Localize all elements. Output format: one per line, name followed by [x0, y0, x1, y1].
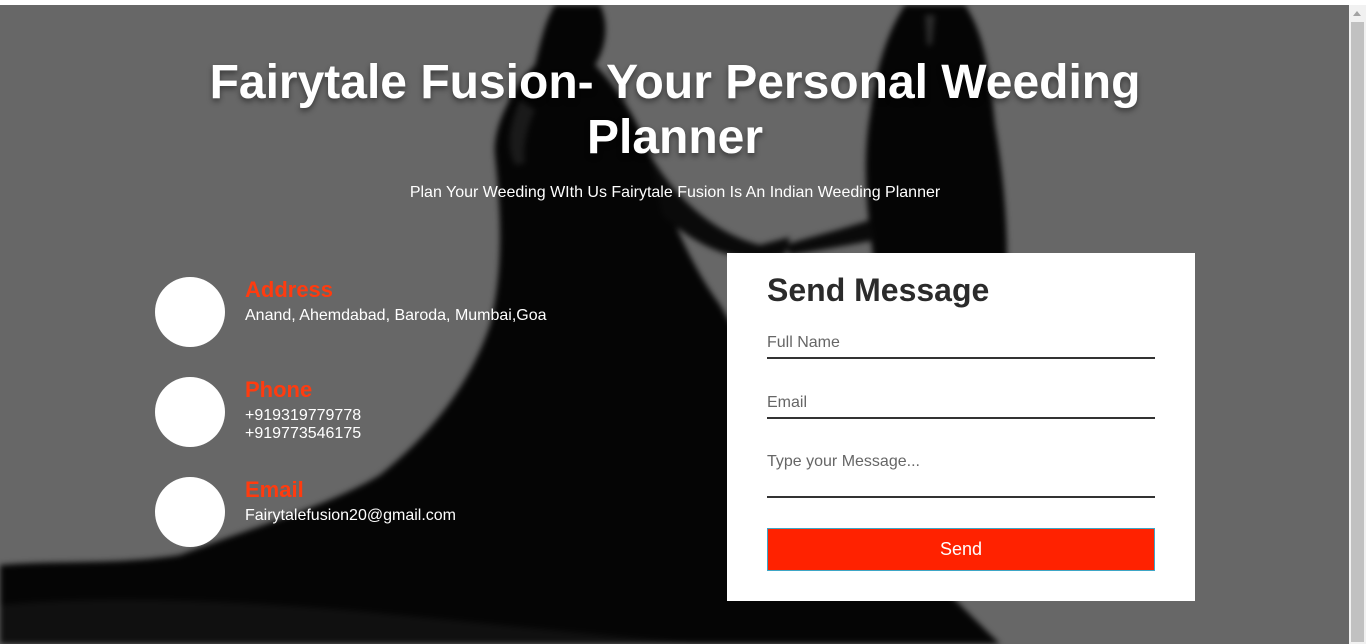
email-icon-circle [155, 477, 225, 547]
message-textarea[interactable] [767, 453, 1155, 498]
contact-email: Email Fairytalefusion20@gmail.com [155, 477, 655, 549]
contact-section: Fairytale Fusion- Your Personal Weeding … [0, 5, 1349, 644]
message-form: Send Message Send [727, 253, 1195, 601]
email-value: Fairytalefusion20@gmail.com [245, 507, 456, 524]
phone-icon [179, 401, 201, 423]
page-subtitle: Plan Your Weeding WIth Us Fairytale Fusi… [409, 184, 941, 201]
contact-address: Address Anand, Ahemdabad, Baroda, Mumbai… [155, 277, 655, 349]
page-title: Fairytale Fusion- Your Personal Weeding … [209, 56, 1141, 164]
email-input[interactable] [767, 393, 1155, 419]
phone-value-1: +919319779778 [245, 407, 362, 424]
phone-value-2: +919773546175 [245, 425, 362, 442]
address-label: Address [245, 277, 334, 302]
form-title: Send Message [767, 272, 990, 308]
scrollbar-thumb[interactable] [1351, 22, 1364, 642]
email-label: Email [245, 477, 304, 502]
send-button[interactable]: Send [767, 528, 1155, 571]
address-value: Anand, Ahemdabad, Baroda, Mumbai,Goa [245, 307, 547, 324]
envelope-icon [178, 503, 202, 521]
map-marker-icon [182, 301, 198, 323]
phone-label: Phone [245, 377, 313, 402]
contact-phone: Phone +919319779778 +919773546175 [155, 377, 655, 449]
address-icon-circle [155, 277, 225, 347]
full-name-input[interactable] [767, 333, 1155, 359]
vertical-scrollbar[interactable] [1349, 5, 1366, 644]
phone-icon-circle [155, 377, 225, 447]
scroll-up-arrow-icon[interactable] [1353, 11, 1361, 16]
